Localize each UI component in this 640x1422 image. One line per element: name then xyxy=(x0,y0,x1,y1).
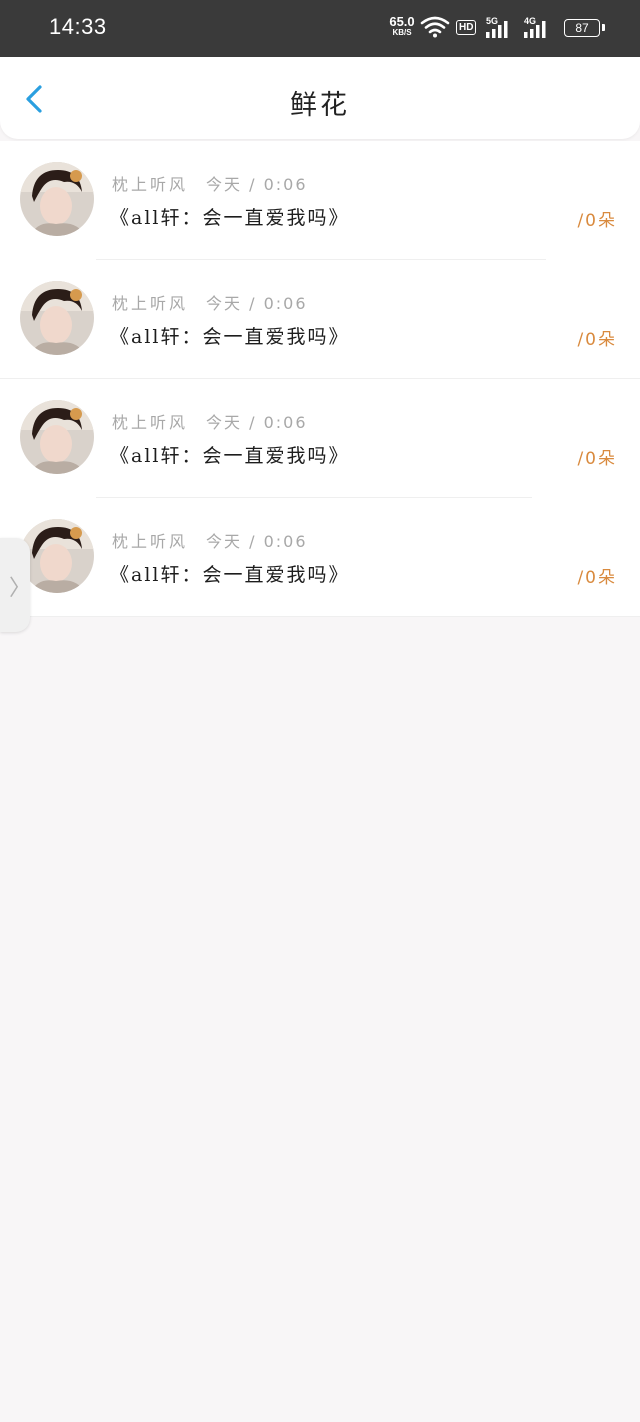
item-author: 枕上听风 xyxy=(112,294,189,313)
item-title[interactable]: 《all轩：会一直爱我吗》 xyxy=(110,441,349,468)
item-meta: 枕上听风 今天 / 0:06 xyxy=(112,528,308,552)
battery-icon: 87 xyxy=(564,19,600,37)
status-time: 14:33 xyxy=(49,14,107,39)
page-title: 鲜花 xyxy=(290,90,350,121)
list-item[interactable]: 枕上听风 今天 / 0:06 《all轩：会一直爱我吗》 /0朵 xyxy=(0,379,640,498)
item-author: 枕上听风 xyxy=(112,532,189,551)
network-speed: 65.0 KB/S xyxy=(386,15,418,37)
flower-count: /0朵 xyxy=(577,449,617,469)
network-speed-value: 65.0 xyxy=(389,14,415,29)
chevron-right-icon: 〉 xyxy=(9,576,32,601)
network-speed-unit: KB/S xyxy=(392,28,412,37)
item-time: 今天 / 0:06 xyxy=(206,175,308,194)
status-icons: 65.0 KB/S HD 5G 4G 87 xyxy=(380,0,640,57)
wifi-icon xyxy=(420,16,450,38)
list-item[interactable]: 枕上听风 今天 / 0:06 《all轩：会一直爱我吗》 /0朵 xyxy=(0,141,640,260)
divider xyxy=(0,616,640,617)
item-title[interactable]: 《all轩：会一直爱我吗》 xyxy=(110,203,349,230)
status-bar: 14:33 65.0 KB/S HD 5G 4G 87 xyxy=(0,0,640,57)
item-author: 枕上听风 xyxy=(112,413,189,432)
hd-voice-badge: HD xyxy=(456,20,477,35)
item-time: 今天 / 0:06 xyxy=(206,294,308,313)
avatar[interactable] xyxy=(20,162,94,236)
header-bar: 鲜花 xyxy=(0,57,640,139)
flower-list: 枕上听风 今天 / 0:06 《all轩：会一直爱我吗》 /0朵 枕上听风 今天 /… xyxy=(0,141,640,617)
list-item[interactable]: 枕上听风 今天 / 0:06 《all轩：会一直爱我吗》 /0朵 xyxy=(0,498,640,617)
list-item[interactable]: 枕上听风 今天 / 0:06 《all轩：会一直爱我吗》 /0朵 xyxy=(0,260,640,379)
item-author: 枕上听风 xyxy=(112,175,189,194)
avatar[interactable] xyxy=(20,400,94,474)
item-meta: 枕上听风 今天 / 0:06 xyxy=(112,290,308,314)
item-title[interactable]: 《all轩：会一直爱我吗》 xyxy=(110,560,349,587)
item-time: 今天 / 0:06 xyxy=(206,413,308,432)
side-drawer-handle[interactable]: 〉 xyxy=(0,538,32,632)
item-meta: 枕上听风 今天 / 0:06 xyxy=(112,171,308,195)
flower-count: /0朵 xyxy=(577,568,617,588)
avatar[interactable] xyxy=(20,519,94,593)
avatar[interactable] xyxy=(20,281,94,355)
item-time: 今天 / 0:06 xyxy=(206,532,308,551)
item-title[interactable]: 《all轩：会一直爱我吗》 xyxy=(110,322,349,349)
flower-count: /0朵 xyxy=(577,211,617,231)
flower-count: /0朵 xyxy=(577,330,617,350)
battery-tip xyxy=(602,24,605,31)
item-meta: 枕上听风 今天 / 0:06 xyxy=(112,409,308,433)
